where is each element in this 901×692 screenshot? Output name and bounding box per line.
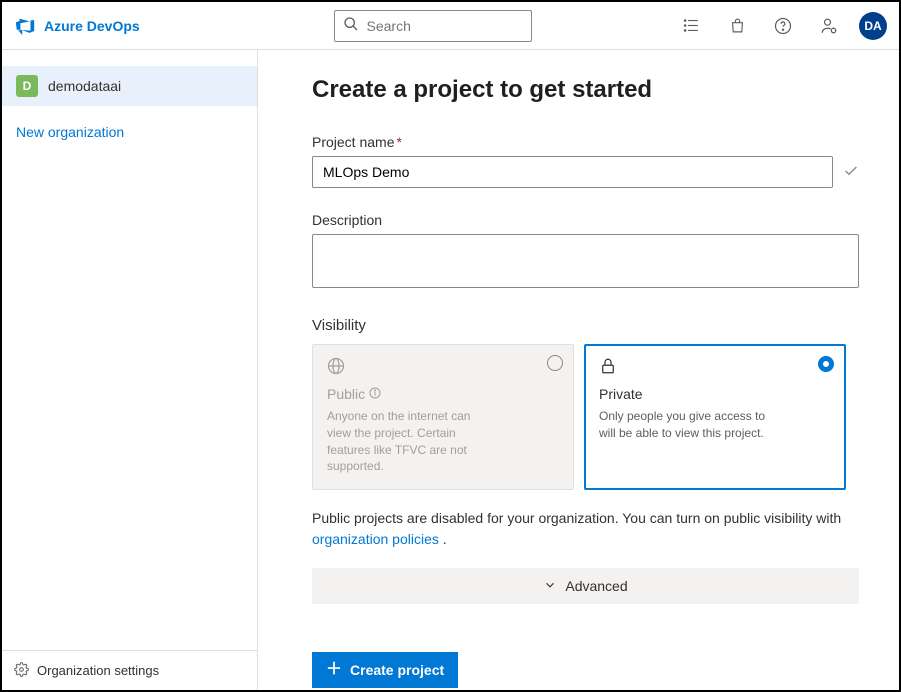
marketplace-icon[interactable]	[717, 6, 757, 46]
organization-settings-label: Organization settings	[37, 663, 159, 678]
visibility-private-title: Private	[599, 386, 831, 402]
advanced-label: Advanced	[565, 578, 627, 594]
lock-icon	[599, 357, 831, 378]
chevron-down-icon	[543, 578, 557, 595]
plus-icon: ＋	[326, 662, 342, 678]
project-name-input[interactable]	[312, 156, 833, 188]
search-box[interactable]	[334, 10, 532, 42]
page-title: Create a project to get started	[312, 76, 859, 104]
product-logo[interactable]: Azure DevOps	[14, 15, 204, 37]
info-icon	[369, 386, 381, 402]
search-input[interactable]	[367, 18, 548, 34]
main-content: Create a project to get started Project …	[258, 50, 899, 690]
org-name: demodataai	[48, 78, 121, 94]
visibility-private-desc: Only people you give access to will be a…	[599, 408, 769, 442]
check-icon	[843, 163, 859, 182]
description-label: Description	[312, 212, 859, 228]
help-icon[interactable]	[763, 6, 803, 46]
description-input[interactable]	[312, 234, 859, 288]
project-name-label: Project name*	[312, 134, 859, 150]
create-project-button[interactable]: ＋ Create project	[312, 652, 458, 688]
visibility-public-desc: Anyone on the internet can view the proj…	[327, 408, 497, 475]
new-organization-link[interactable]: New organization	[2, 106, 257, 158]
sidebar-org-row[interactable]: D demodataai	[2, 66, 257, 106]
sidebar: D demodataai New organization Organizati…	[2, 50, 258, 690]
search-icon	[343, 16, 359, 35]
globe-icon	[327, 357, 559, 378]
organization-policies-link[interactable]: organization policies	[312, 531, 439, 547]
visibility-label: Visibility	[312, 317, 859, 334]
create-project-label: Create project	[350, 662, 444, 678]
user-settings-icon[interactable]	[809, 6, 849, 46]
gear-icon	[14, 662, 29, 680]
radio-checked-icon	[818, 356, 834, 372]
visibility-note: Public projects are disabled for your or…	[312, 508, 859, 550]
visibility-public-title: Public	[327, 386, 365, 402]
visibility-private-card[interactable]: Private Only people you give access to w…	[584, 344, 846, 490]
organization-settings-link[interactable]: Organization settings	[2, 650, 257, 690]
azure-devops-icon	[14, 15, 36, 37]
org-badge: D	[16, 75, 38, 97]
radio-unchecked-icon	[547, 355, 563, 371]
product-name: Azure DevOps	[44, 18, 140, 34]
list-icon[interactable]	[671, 6, 711, 46]
visibility-public-card: Public Anyone on the internet can view t…	[312, 344, 574, 490]
advanced-toggle[interactable]: Advanced	[312, 568, 859, 604]
avatar[interactable]: DA	[859, 12, 887, 40]
